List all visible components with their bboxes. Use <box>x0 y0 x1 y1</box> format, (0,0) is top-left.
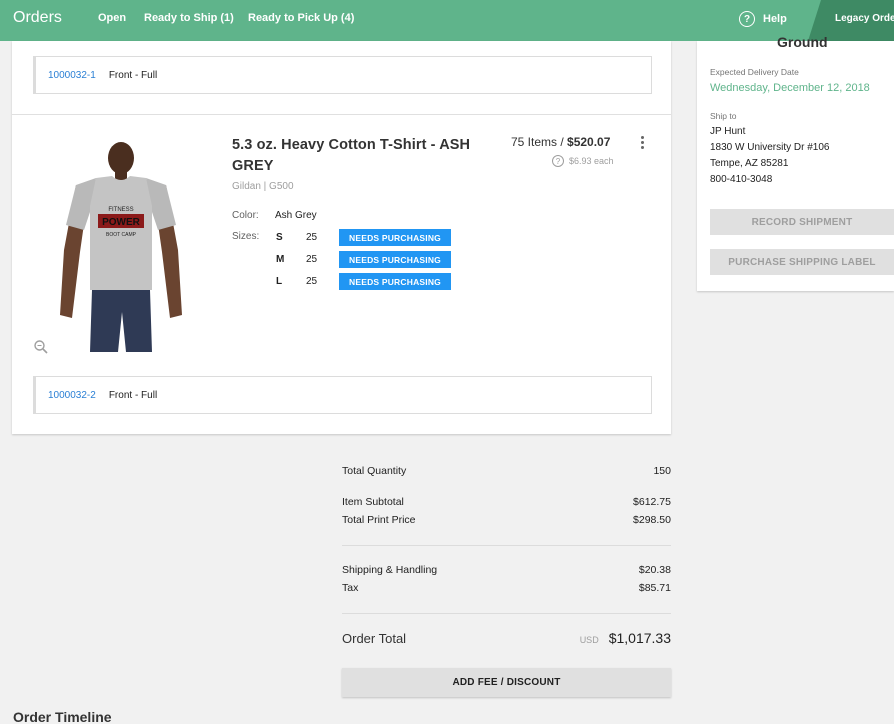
size-quantity: 25 <box>306 254 318 265</box>
size-label: L <box>276 276 283 287</box>
unit-price: ? $6.93 each <box>552 155 614 167</box>
delivery-date-label: Expected Delivery Date <box>710 67 799 77</box>
status-badge[interactable]: NEEDS PURCHASING <box>339 273 451 290</box>
sizes-label: Sizes: <box>232 231 260 242</box>
ship-to-address2: Tempe, AZ 85281 <box>710 158 789 169</box>
item-subtotal-value: $612.75 <box>633 496 671 508</box>
divider <box>342 545 671 546</box>
ship-to-phone: 800-410-3048 <box>710 174 773 185</box>
nav-ready-to-pick-up[interactable]: Ready to Pick Up (4) <box>248 12 354 24</box>
divider <box>12 114 671 115</box>
print-location-id[interactable]: 1000032-2 <box>48 390 96 401</box>
nav-open[interactable]: Open <box>98 12 126 24</box>
more-options-icon[interactable] <box>639 136 645 152</box>
print-location-id[interactable]: 1000032-1 <box>48 70 96 81</box>
help-icon: ? <box>739 11 755 27</box>
print-location-desc: Front - Full <box>108 69 158 81</box>
shipping-value: $20.38 <box>638 564 671 576</box>
help-label: Help <box>763 13 787 25</box>
currency-code: USD <box>579 635 599 645</box>
total-quantity-value: 150 <box>653 465 671 477</box>
tax-label: Tax <box>342 582 359 594</box>
print-price-label: Total Print Price <box>342 514 416 526</box>
line-item-summary: 75 Items / $520.07 <box>511 135 610 149</box>
divider <box>342 613 671 614</box>
shipping-label: Shipping & Handling <box>342 564 438 576</box>
tax-value: $85.71 <box>638 582 671 594</box>
print-location-desc: Front - Full <box>108 389 158 401</box>
print-location-row[interactable]: 1000032-1 Front - Full <box>33 56 652 94</box>
product-image[interactable]: FITNESS POWER BOOT CAMP <box>56 140 186 352</box>
help-button[interactable]: ? Help <box>739 10 787 28</box>
line-price: $520.07 <box>567 135 611 149</box>
add-fee-discount-button[interactable]: ADD FEE / DISCOUNT <box>342 668 671 697</box>
size-label: S <box>276 232 283 243</box>
unit-price-text: $6.93 each <box>569 156 614 166</box>
question-icon[interactable]: ? <box>552 155 564 167</box>
print-location-row[interactable]: 1000032-2 Front - Full <box>33 376 652 414</box>
order-total-row: Order Total USD $1,017.33 <box>342 630 671 648</box>
item-subtotal-label: Item Subtotal <box>342 496 404 508</box>
print-price-value: $298.50 <box>633 514 671 526</box>
print-price-row: Total Print Price $298.50 <box>342 514 671 526</box>
items-count: 75 Items / <box>511 135 568 149</box>
shipping-method: Ground <box>777 34 828 50</box>
shipping-panel: Ground Expected Delivery Date Wednesday,… <box>697 34 894 291</box>
top-bar: Orders Open Ready to Ship (1) Ready to P… <box>0 0 894 41</box>
record-shipment-button[interactable]: RECORD SHIPMENT <box>710 209 894 235</box>
nav-ready-to-ship[interactable]: Ready to Ship (1) <box>144 12 234 24</box>
status-badge[interactable]: NEEDS PURCHASING <box>339 251 451 268</box>
zoom-icon[interactable] <box>33 339 49 355</box>
color-label: Color: <box>232 210 259 221</box>
delivery-date: Wednesday, December 12, 2018 <box>710 82 870 94</box>
product-brand: Gildan | G500 <box>232 181 294 192</box>
total-quantity-row: Total Quantity 150 <box>342 465 671 477</box>
item-subtotal-row: Item Subtotal $612.75 <box>342 496 671 508</box>
ship-to-label: Ship to <box>710 111 737 121</box>
order-total-value: $1,017.33 <box>608 630 671 646</box>
order-card: 1000032-1 Front - Full FITNESS POWER BOO… <box>12 41 671 434</box>
shirt-print-top: FITNESS <box>108 207 133 213</box>
color-value: Ash Grey <box>275 210 317 221</box>
size-quantity: 25 <box>306 232 318 243</box>
legacy-orders-label: Legacy Orders <box>835 13 894 24</box>
shipping-row: Shipping & Handling $20.38 <box>342 564 671 576</box>
shirt-print-bottom: BOOT CAMP <box>106 232 137 238</box>
total-quantity-label: Total Quantity <box>342 465 407 477</box>
ship-to-name: JP Hunt <box>710 126 746 137</box>
size-quantity: 25 <box>306 276 318 287</box>
purchase-shipping-label-button[interactable]: PURCHASE SHIPPING LABEL <box>710 249 894 275</box>
app-title[interactable]: Orders <box>13 9 62 27</box>
status-badge[interactable]: NEEDS PURCHASING <box>339 229 451 246</box>
product-name: 5.3 oz. Heavy Cotton T-Shirt - ASH GREY <box>232 137 471 174</box>
size-label: M <box>276 254 285 265</box>
order-total-label: Order Total <box>342 631 407 646</box>
ship-to-address1: 1830 W University Dr #106 <box>710 142 830 153</box>
tax-row: Tax $85.71 <box>342 582 671 594</box>
order-timeline-heading: Order Timeline <box>13 709 112 724</box>
shirt-print-main: POWER <box>102 217 141 228</box>
